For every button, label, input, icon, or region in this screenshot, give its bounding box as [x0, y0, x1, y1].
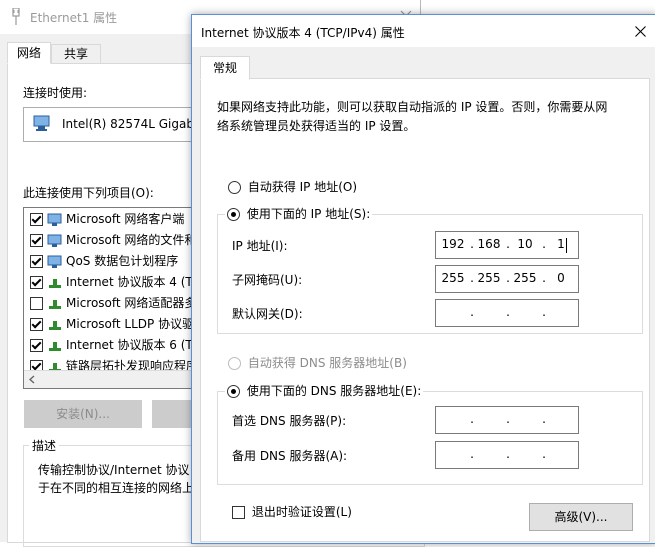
manual-dns-option[interactable]: 使用下面的 DNS 服务器地址(E): — [225, 382, 424, 399]
network-client-icon — [47, 213, 62, 226]
file-share-icon — [47, 234, 62, 247]
ip-octet[interactable]: 1 — [546, 237, 576, 251]
ip-separator: . — [542, 447, 546, 461]
ip-octet[interactable]: 255 — [438, 271, 468, 285]
ip-separator: . — [542, 412, 546, 426]
description-label: 描述 — [29, 437, 60, 454]
ip-separator: . — [470, 271, 474, 285]
list-item-label: Internet 协议版本 6 (TC — [66, 338, 201, 352]
general-tab-panel: 如果网络支持此功能，则可以获取自动指派的 IP 设置。否则，你需要从网 络系统管… — [200, 78, 650, 542]
auto-dns-radio[interactable] — [228, 357, 241, 370]
ip-separator: . — [506, 447, 510, 461]
validate-option[interactable]: 退出时验证设置(L) — [232, 503, 352, 520]
ip-separator: . — [542, 237, 546, 251]
validate-label: 退出时验证设置(L) — [251, 505, 352, 519]
ip-address-label: IP 地址(I): — [232, 239, 288, 253]
auto-ip-label: 自动获得 IP 地址(O) — [247, 180, 358, 194]
alternate-dns-field[interactable]: ... — [435, 441, 579, 469]
list-item-checkbox[interactable] — [30, 276, 43, 289]
ip-octet[interactable]: 168 — [474, 237, 504, 251]
subnet-mask-field[interactable]: 255 255 255 0... — [435, 265, 579, 293]
default-gateway-field[interactable]: ... — [435, 299, 579, 327]
list-item-label: Microsoft 网络适配器多 — [66, 296, 197, 310]
protocol-icon — [49, 278, 61, 288]
preferred-dns-field[interactable]: ... — [435, 406, 579, 434]
ip-octet[interactable]: 255 — [474, 271, 504, 285]
manual-ip-option[interactable]: 使用下面的 IP 地址(S): — [225, 205, 373, 222]
scroll-left-icon[interactable] — [29, 375, 35, 384]
ip-separator: . — [506, 412, 510, 426]
ip-separator: . — [506, 305, 510, 319]
list-item-checkbox[interactable] — [30, 318, 43, 331]
manual-dns-radio[interactable] — [227, 385, 240, 398]
ipv4-title-bar: Internet 协议版本 4 (TCP/IPv4) 属性 — [192, 15, 655, 47]
advanced-button[interactable]: 高级(V)... — [529, 503, 633, 531]
description-text-1: 传输控制协议/Internet 协议 — [38, 463, 190, 477]
ip-separator: . — [470, 237, 474, 251]
qos-icon — [47, 255, 62, 268]
ip-address-field[interactable]: 192 168 10 1... — [435, 231, 579, 259]
list-item-checkbox[interactable] — [30, 234, 43, 247]
ip-separator: . — [470, 447, 474, 461]
info-text-1: 如果网络支持此功能，则可以获取自动指派的 IP 设置。否则，你需要从网 — [217, 100, 608, 114]
ip-octet[interactable]: 0 — [546, 271, 576, 285]
dns-group — [217, 391, 643, 485]
ip-separator: . — [506, 271, 510, 285]
ipv4-properties-dialog: Internet 协议版本 4 (TCP/IPv4) 属性 常规 如果网络支持此… — [191, 14, 655, 544]
ipv4-dialog-title: Internet 协议版本 4 (TCP/IPv4) 属性 — [201, 26, 405, 40]
manual-dns-label: 使用下面的 DNS 服务器地址(E): — [246, 384, 422, 398]
adapter-name: Intel(R) 82574L Gigabit — [62, 117, 203, 131]
install-button[interactable]: 安装(N)... — [24, 400, 142, 428]
network-adapter-icon — [33, 115, 50, 131]
ip-separator: . — [542, 305, 546, 319]
protocol-icon — [49, 341, 61, 351]
ethernet-window-title: Ethernet1 属性 — [30, 11, 118, 25]
items-label: 此连接使用下列项目(O): — [23, 186, 154, 200]
list-item-label: Microsoft 网络的文件和 — [66, 233, 197, 247]
protocol-icon — [49, 299, 61, 309]
ip-octet[interactable]: 10 — [510, 237, 540, 251]
tab-network[interactable]: 网络 — [7, 42, 51, 64]
list-item-label: Microsoft 网络客户端 — [66, 212, 185, 226]
auto-dns-label: 自动获得 DNS 服务器地址(B) — [247, 356, 407, 370]
list-item-label: QoS 数据包计划程序 — [66, 254, 179, 268]
ip-separator: . — [506, 237, 510, 251]
list-item-checkbox[interactable] — [30, 255, 43, 268]
network-plug-icon — [12, 8, 20, 25]
subnet-mask-label: 子网掩码(U): — [232, 273, 303, 287]
ip-separator: . — [470, 412, 474, 426]
text-caret — [566, 238, 567, 253]
ip-octet[interactable]: 192 — [438, 237, 468, 251]
list-item-checkbox[interactable] — [30, 297, 43, 310]
list-item-checkbox[interactable] — [30, 213, 43, 226]
info-text-2: 络系统管理员处获得适当的 IP 设置。 — [217, 119, 416, 133]
protocol-icon — [49, 320, 61, 330]
ip-separator: . — [470, 305, 474, 319]
close-icon[interactable] — [635, 26, 646, 37]
tab-sharing[interactable]: 共享 — [51, 44, 101, 64]
default-gateway-label: 默认网关(D): — [232, 307, 303, 321]
manual-ip-radio[interactable] — [227, 208, 240, 221]
ip-separator: . — [542, 271, 546, 285]
list-item-label: Microsoft LLDP 协议驱 — [66, 317, 195, 331]
tab-general[interactable]: 常规 — [200, 56, 250, 80]
connect-using-label: 连接时使用: — [23, 86, 88, 100]
list-item-checkbox[interactable] — [30, 339, 43, 352]
preferred-dns-label: 首选 DNS 服务器(P): — [232, 414, 347, 428]
auto-ip-radio[interactable] — [228, 181, 241, 194]
manual-ip-label: 使用下面的 IP 地址(S): — [246, 207, 371, 221]
alternate-dns-label: 备用 DNS 服务器(A): — [232, 449, 348, 463]
auto-dns-option[interactable]: 自动获得 DNS 服务器地址(B) — [228, 354, 407, 371]
ip-octet[interactable]: 255 — [510, 271, 540, 285]
list-item-label: Internet 协议版本 4 (TC — [66, 275, 201, 289]
auto-ip-option[interactable]: 自动获得 IP 地址(O) — [228, 178, 357, 195]
description-text-2: 于在不同的相互连接的网络上 — [38, 481, 195, 495]
validate-checkbox[interactable] — [232, 506, 245, 519]
